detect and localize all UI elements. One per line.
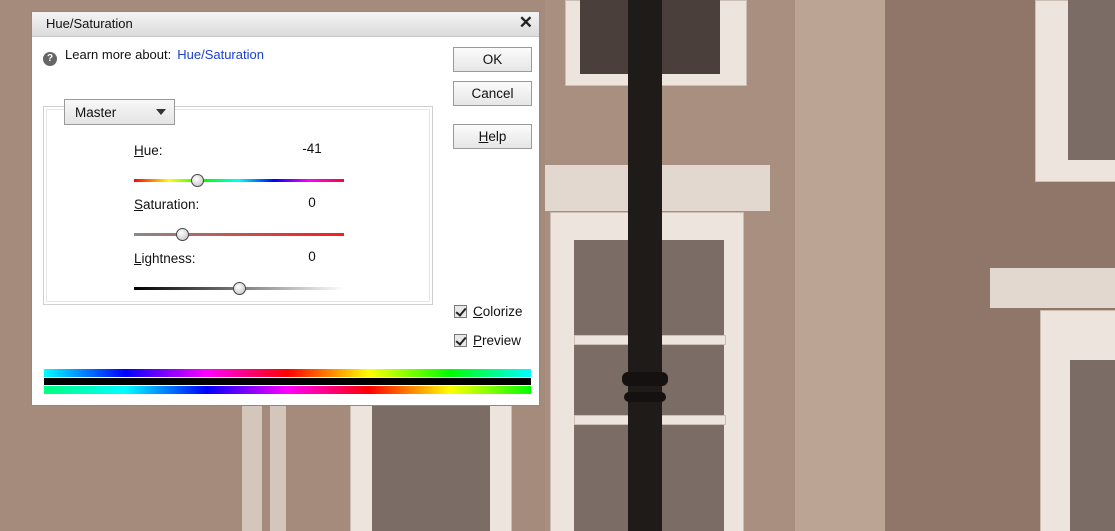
preview-checkbox[interactable]: Preview xyxy=(454,333,521,348)
photo-downpipe xyxy=(270,406,286,531)
saturation-label: Saturation: xyxy=(134,197,200,212)
learn-more-row: ? Learn more about: Hue/Saturation xyxy=(43,47,264,66)
channel-select[interactable]: Master xyxy=(64,99,175,125)
saturation-value: 0 xyxy=(308,195,316,210)
colorize-checkbox[interactable]: Colorize xyxy=(454,304,523,319)
hue-label: Hue: xyxy=(134,143,163,158)
output-spectrum-bar xyxy=(44,386,531,394)
photo-lamp-post-ring xyxy=(624,392,666,402)
spectrum-divider xyxy=(44,378,531,385)
saturation-slider-track[interactable] xyxy=(134,233,344,236)
photo-lamp-post xyxy=(628,0,662,531)
hue-slider-track[interactable] xyxy=(134,179,344,182)
lightness-slider-thumb[interactable] xyxy=(233,282,246,295)
lightness-label: Lightness: xyxy=(134,251,196,266)
hue-slider-thumb[interactable] xyxy=(191,174,204,187)
dialog-titlebar[interactable]: Hue/Saturation ✕ xyxy=(32,12,539,37)
colorize-check-icon[interactable] xyxy=(454,305,467,318)
close-icon[interactable]: ✕ xyxy=(519,13,533,33)
photo-cornice-right xyxy=(990,268,1115,308)
chevron-down-icon xyxy=(156,109,166,115)
cancel-button[interactable]: Cancel xyxy=(453,81,532,106)
lightness-value: 0 xyxy=(308,249,316,264)
channel-select-value: Master xyxy=(75,105,117,120)
photo-window-right-top-glass xyxy=(1068,0,1115,160)
hue-value: -41 xyxy=(302,141,322,156)
preview-check-icon[interactable] xyxy=(454,334,467,347)
photo-window-lower-left-glass xyxy=(372,406,490,531)
question-circle-icon: ? xyxy=(43,52,57,66)
dialog-title: Hue/Saturation xyxy=(46,16,133,31)
input-spectrum-bar xyxy=(44,369,531,377)
learn-more-link[interactable]: Hue/Saturation xyxy=(177,47,264,62)
learn-more-prefix: Learn more about: xyxy=(65,47,172,62)
photo-lamp-post-ring xyxy=(622,372,668,386)
photo-window-right-bottom-glass xyxy=(1070,360,1115,531)
help-button[interactable]: Help xyxy=(453,124,532,149)
ok-button[interactable]: OK xyxy=(453,47,532,72)
adjustment-group xyxy=(43,106,433,305)
photo-downpipe xyxy=(242,406,262,531)
photo-pilaster xyxy=(795,0,885,531)
hue-saturation-dialog: Hue/Saturation ✕ ? Learn more about: Hue/S… xyxy=(31,11,540,406)
